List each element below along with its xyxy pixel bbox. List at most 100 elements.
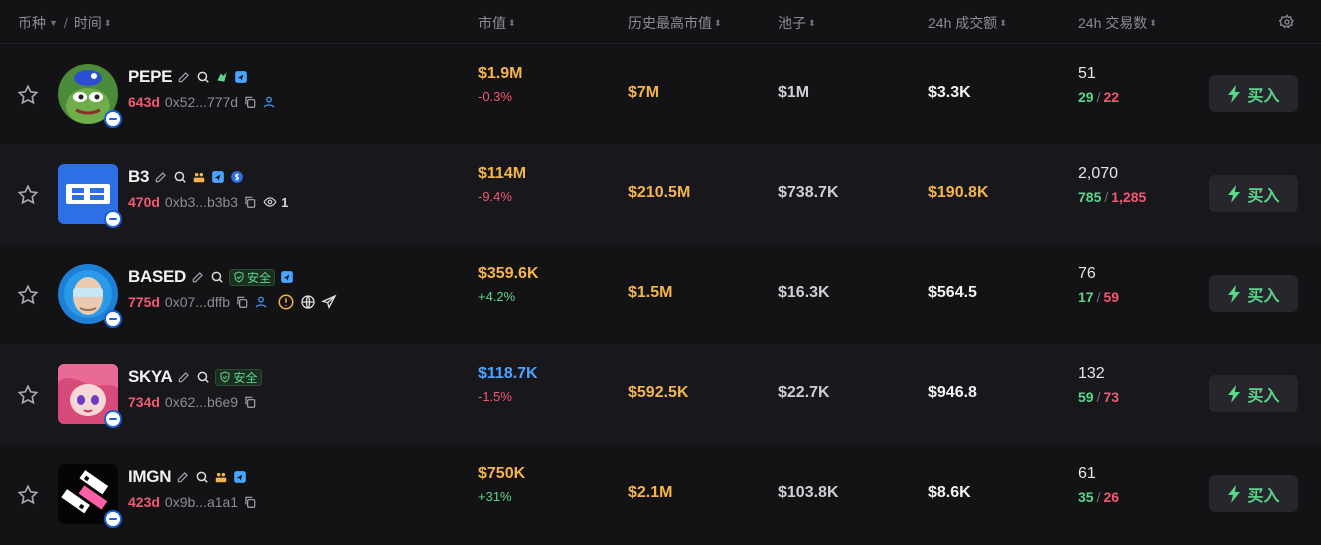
- ath-market-cap: $2.1M: [628, 484, 673, 501]
- ath-column-header[interactable]: 历史最高市值 ⬍: [628, 13, 721, 33]
- sort-icon[interactable]: ⬍: [808, 18, 815, 28]
- pool-column-header[interactable]: 池子 ⬍: [778, 13, 815, 33]
- edit-icon[interactable]: [154, 170, 168, 184]
- table-row[interactable]: SKYA 安全 734d 0x62...b6e9 $118.7K -1.5% $…: [0, 344, 1321, 444]
- copy-icon[interactable]: [243, 495, 257, 509]
- volume-header-label: 24h 成交额: [928, 15, 998, 31]
- market-cap-value: $359.6K: [478, 265, 539, 282]
- market-cap-change: -1.5%: [478, 389, 512, 404]
- shield-icon: [234, 271, 244, 283]
- pool-value: $103.8K: [778, 484, 839, 501]
- telegram-send-icon[interactable]: [321, 294, 337, 310]
- telegram-icon[interactable]: [211, 170, 225, 184]
- holder-icon[interactable]: [262, 95, 276, 109]
- buy-button[interactable]: 买入: [1209, 75, 1298, 112]
- star-icon[interactable]: [17, 384, 39, 406]
- copy-icon[interactable]: [243, 95, 257, 109]
- search-icon[interactable]: [173, 170, 187, 184]
- token-table: 币种 ▼ / 时间 ⬍ 市值 ⬍ 历史最高市值 ⬍ 池子 ⬍ 24h 成交额 ⬍…: [0, 0, 1321, 545]
- copy-icon[interactable]: [243, 395, 257, 409]
- star-icon[interactable]: [17, 84, 39, 106]
- market-cap-value: $118.7K: [478, 365, 538, 382]
- search-icon[interactable]: [196, 370, 210, 384]
- gear-icon[interactable]: [1279, 14, 1295, 30]
- telegram-icon[interactable]: [233, 470, 247, 484]
- market-cap-change: +4.2%: [478, 289, 516, 304]
- chain-badge-icon: [104, 310, 122, 328]
- search-icon[interactable]: [195, 470, 209, 484]
- market-cap-change: +31%: [478, 489, 512, 504]
- sort-icon[interactable]: ⬍: [104, 18, 111, 28]
- market-cap-value: $750K: [478, 465, 526, 482]
- token-age: 643d: [128, 94, 160, 110]
- star-icon[interactable]: [17, 184, 39, 206]
- token-symbol[interactable]: PEPE: [128, 67, 172, 87]
- sort-icon[interactable]: ⬍: [1149, 18, 1156, 28]
- safe-label: 安全: [233, 370, 258, 385]
- safe-badge: 安全: [215, 368, 262, 386]
- buy-button[interactable]: 买入: [1209, 475, 1298, 512]
- copy-icon[interactable]: [243, 195, 257, 209]
- mcap-column-header[interactable]: 市值 ⬍: [478, 13, 515, 33]
- table-row[interactable]: B3 470d 0xb3...b3b3 1 $114M -9.4% $210.5…: [0, 144, 1321, 244]
- token-avatar[interactable]: [58, 164, 122, 228]
- table-row[interactable]: PEPE 643d 0x52...777d $1.9M -0.3% $7M $1…: [0, 44, 1321, 144]
- pool-value: $22.7K: [778, 384, 830, 401]
- holder-icon[interactable]: [254, 295, 268, 309]
- ath-header-label: 历史最高市值: [628, 15, 712, 31]
- search-icon[interactable]: [210, 270, 224, 284]
- eye-icon: [263, 197, 277, 207]
- telegram-icon[interactable]: [234, 70, 248, 84]
- chevron-down-icon[interactable]: ▼: [49, 18, 58, 28]
- buy-button[interactable]: 买入: [1209, 275, 1298, 312]
- buy-button[interactable]: 买入: [1209, 375, 1298, 412]
- token-avatar[interactable]: [58, 264, 122, 328]
- star-icon[interactable]: [17, 484, 39, 506]
- volume-column-header[interactable]: 24h 成交额 ⬍: [928, 13, 1007, 33]
- token-avatar[interactable]: [58, 364, 122, 428]
- token-avatar[interactable]: [58, 64, 122, 128]
- edit-icon[interactable]: [177, 70, 191, 84]
- warning-icon[interactable]: [277, 293, 295, 311]
- coin-time-header[interactable]: 币种 ▼ / 时间 ⬍: [18, 13, 111, 33]
- pool-value: $1M: [778, 84, 810, 101]
- copy-icon[interactable]: [235, 295, 249, 309]
- table-row[interactable]: IMGN 423d 0x9b...a1a1 $750K +31% $2.1M $…: [0, 444, 1321, 544]
- token-avatar[interactable]: [58, 464, 122, 528]
- edit-icon[interactable]: [191, 270, 205, 284]
- txns-cell: 51 29/22: [1078, 65, 1120, 105]
- globe-icon[interactable]: [300, 294, 316, 310]
- token-symbol[interactable]: BASED: [128, 267, 186, 287]
- sort-icon[interactable]: ⬍: [508, 18, 515, 28]
- edit-icon[interactable]: [176, 470, 190, 484]
- token-address: 0x52...777d: [164, 94, 239, 110]
- safe-badge: 安全: [229, 268, 276, 286]
- telegram-icon[interactable]: [280, 270, 294, 284]
- ath-market-cap: $592.5K: [628, 384, 689, 401]
- token-age: 775d: [128, 294, 160, 310]
- token-symbol[interactable]: SKYA: [128, 367, 173, 387]
- coin-column-header[interactable]: 币种: [18, 13, 46, 33]
- sort-icon[interactable]: ⬍: [999, 18, 1006, 28]
- safe-label: 安全: [247, 270, 272, 285]
- market-cap-cell: $1.9M -0.3%: [478, 65, 522, 104]
- token-address: 0x07...dffb: [164, 294, 231, 310]
- ath-market-cap: $7M: [628, 84, 660, 101]
- chain-badge-icon: [104, 410, 122, 428]
- time-column-header[interactable]: 时间: [74, 13, 102, 33]
- table-row[interactable]: BASED 安全 775d 0x07...dffb $359.6K +4.2% …: [0, 244, 1321, 344]
- sort-icon[interactable]: ⬍: [714, 18, 721, 28]
- market-cap-cell: $359.6K +4.2%: [478, 265, 539, 304]
- buy-button[interactable]: 买入: [1209, 175, 1298, 212]
- dev-team-icon: [217, 72, 227, 82]
- edit-icon[interactable]: [177, 370, 191, 384]
- dev-team-icon: [193, 172, 205, 183]
- txns-column-header[interactable]: 24h 交易数 ⬍: [1078, 13, 1157, 33]
- token-symbol[interactable]: B3: [128, 167, 149, 187]
- search-icon[interactable]: [196, 70, 210, 84]
- ath-market-cap: $1.5M: [628, 284, 673, 301]
- dollar-coin-icon[interactable]: [230, 170, 244, 184]
- token-symbol[interactable]: IMGN: [128, 467, 171, 487]
- star-icon[interactable]: [17, 284, 39, 306]
- chain-badge-icon: [104, 110, 122, 128]
